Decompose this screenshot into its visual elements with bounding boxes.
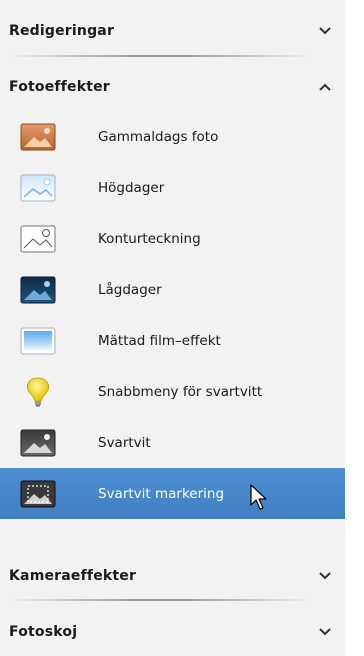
effect-item-mattad-film-effekt[interactable]: Mättad film–effekt	[0, 315, 345, 366]
effect-item-konturteckning[interactable]: Konturteckning	[0, 213, 345, 264]
effect-item-svartvit[interactable]: Svartvit	[0, 417, 345, 468]
saturated-film-icon	[20, 327, 56, 354]
chevron-down-icon	[319, 628, 331, 636]
section-header-redigeringar[interactable]: Redigeringar	[0, 7, 345, 55]
section-header-fotoskoj[interactable]: Fotoskoj	[0, 608, 345, 656]
effect-label: Gammaldags foto	[98, 128, 219, 145]
panel-edge	[345, 0, 364, 656]
effect-label: Mättad film–effekt	[98, 332, 221, 349]
highlights-photo-icon	[20, 174, 56, 201]
section-title: Redigeringar	[9, 23, 115, 39]
effect-item-lagdager[interactable]: Lågdager	[0, 264, 345, 315]
effect-label: Konturteckning	[98, 230, 201, 247]
chevron-down-icon	[319, 572, 331, 580]
effect-label: Högdager	[98, 179, 165, 196]
effect-item-snabbmeny-svartvitt[interactable]: Snabbmeny för svartvitt	[0, 366, 345, 417]
section-title: Fotoskoj	[9, 624, 78, 640]
effect-label: Svartvit markering	[98, 485, 225, 502]
chevron-down-icon	[319, 27, 331, 35]
effect-item-svartvit-markering[interactable]: Svartvit markering	[0, 468, 345, 519]
black-white-photo-icon	[20, 429, 56, 456]
effect-item-gammaldags-foto[interactable]: Gammaldags foto	[0, 111, 345, 162]
section-divider	[12, 55, 308, 57]
shadows-photo-icon	[20, 276, 56, 303]
section-title: Kameraeffekter	[9, 568, 137, 584]
section-header-kameraeffekter[interactable]: Kameraeffekter	[0, 552, 345, 600]
black-white-selection-icon	[20, 480, 56, 507]
sepia-photo-icon	[20, 123, 56, 150]
section-header-fotoeffekter[interactable]: Fotoeffekter	[0, 63, 345, 111]
mouse-pointer-icon	[250, 484, 267, 510]
effects-panel: Redigeringar Fotoeffekter Gammaldags fot…	[0, 0, 345, 656]
effect-label: Snabbmeny för svartvitt	[98, 383, 263, 400]
effect-label: Svartvit	[98, 434, 151, 451]
section-divider	[12, 599, 308, 601]
effect-item-hogdager[interactable]: Högdager	[0, 162, 345, 213]
chevron-up-icon	[319, 83, 331, 91]
lightbulb-icon	[27, 377, 49, 406]
section-title: Fotoeffekter	[9, 79, 110, 95]
effect-label: Lågdager	[98, 281, 162, 298]
sketch-photo-icon	[20, 225, 56, 252]
